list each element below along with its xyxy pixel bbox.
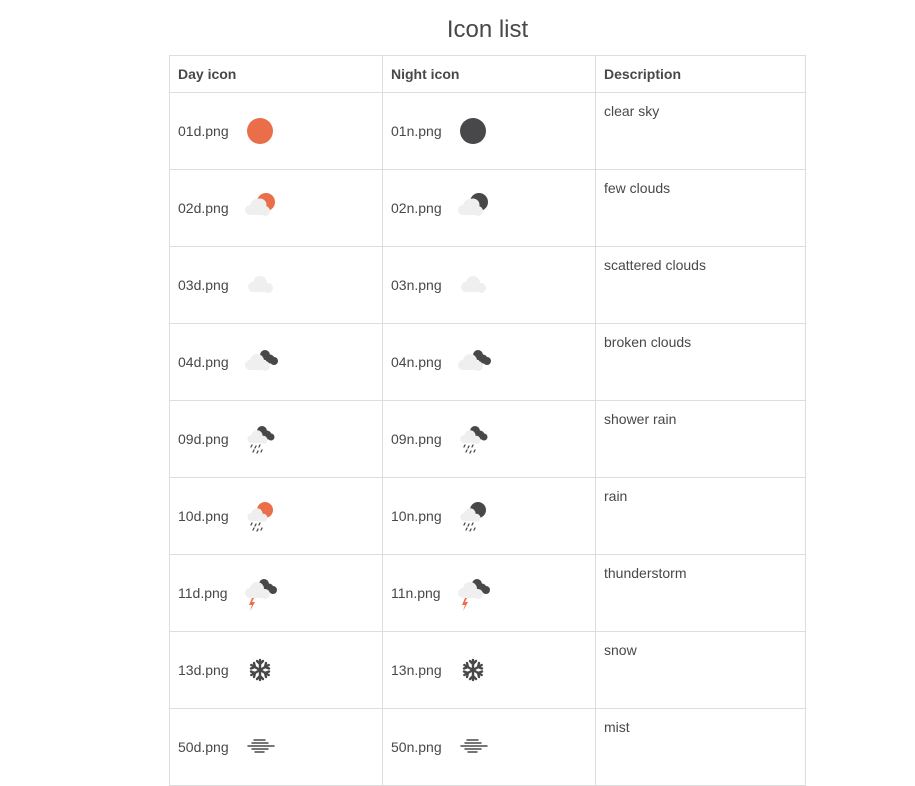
day-icon-cell: 04d.png (169, 323, 383, 401)
day-icon-filename: 04d.png (178, 354, 229, 370)
table-row: 09d.png 09n.png shower rain (169, 400, 806, 478)
night-icon-filename: 09n.png (391, 431, 442, 447)
day-icon-cell: 13d.png (169, 631, 383, 709)
day-icon-filename: 01d.png (178, 123, 229, 139)
table-row: 50d.png 50n.png mist (169, 708, 806, 786)
night-icon-cell: 10n.png (382, 477, 596, 555)
night-icon-filename: 02n.png (391, 200, 442, 216)
scattered-clouds-night-icon (453, 265, 493, 305)
night-icon-cell: 50n.png (382, 708, 596, 786)
description-cell: broken clouds (595, 323, 806, 401)
clear-sky-night-icon (453, 111, 493, 151)
table-row: 04d.png 04n.png broken clouds (169, 323, 806, 401)
night-icon-filename: 03n.png (391, 277, 442, 293)
description-cell: snow (595, 631, 806, 709)
few-clouds-day-icon (240, 188, 280, 228)
page-title: Icon list (446, 16, 529, 43)
shower-rain-day-icon (240, 419, 280, 459)
description-cell: mist (595, 708, 806, 786)
description-cell: few clouds (595, 169, 806, 247)
day-icon-cell: 09d.png (169, 400, 383, 478)
day-icon-filename: 09d.png (178, 431, 229, 447)
table-row: 02d.png 02n.png few clouds (169, 169, 806, 247)
rain-night-icon (453, 496, 493, 536)
day-icon-filename: 13d.png (178, 662, 229, 678)
rain-day-icon (240, 496, 280, 536)
night-icon-filename: 10n.png (391, 508, 442, 524)
description-cell: clear sky (595, 92, 806, 170)
night-icon-cell: 11n.png (382, 554, 596, 632)
night-icon-filename: 11n.png (391, 585, 441, 601)
day-icon-cell: 50d.png (169, 708, 383, 786)
day-icon-filename: 10d.png (178, 508, 229, 524)
table-row: 01d.png 01n.png clear sky (169, 92, 806, 170)
day-icon-filename: 02d.png (178, 200, 229, 216)
day-icon-cell: 02d.png (169, 169, 383, 247)
night-icon-filename: 50n.png (391, 739, 442, 755)
night-icon-cell: 13n.png (382, 631, 596, 709)
header-night-icon: Night icon (382, 55, 596, 93)
broken-clouds-night-icon (453, 342, 493, 382)
description-cell: shower rain (595, 400, 806, 478)
day-icon-cell: 11d.png (169, 554, 383, 632)
table-row: 11d.png 11n.png thunderstorm (169, 554, 806, 632)
day-icon-cell: 03d.png (169, 246, 383, 324)
scattered-clouds-day-icon (240, 265, 280, 305)
shower-rain-night-icon (453, 419, 493, 459)
day-icon-cell: 01d.png (169, 92, 383, 170)
table-row: 03d.png 03n.png scattered clouds (169, 246, 806, 324)
header-description: Description (595, 55, 806, 93)
description-cell: scattered clouds (595, 246, 806, 324)
description-cell: thunderstorm (595, 554, 806, 632)
broken-clouds-day-icon (240, 342, 280, 382)
night-icon-filename: 04n.png (391, 354, 442, 370)
thunderstorm-night-icon (453, 573, 493, 613)
day-icon-filename: 11d.png (178, 585, 228, 601)
table-header-row: Day icon Night icon Description (169, 55, 806, 93)
night-icon-cell: 04n.png (382, 323, 596, 401)
night-icon-filename: 01n.png (391, 123, 442, 139)
day-icon-filename: 50d.png (178, 739, 229, 755)
night-icon-cell: 09n.png (382, 400, 596, 478)
table-row: 13d.png 13n.png snow (169, 631, 806, 709)
few-clouds-night-icon (453, 188, 493, 228)
night-icon-filename: 13n.png (391, 662, 442, 678)
mist-day-icon (240, 727, 280, 767)
table-row: 10d.png 10n.png rain (169, 477, 806, 555)
day-icon-filename: 03d.png (178, 277, 229, 293)
snow-day-icon (240, 650, 280, 690)
description-cell: rain (595, 477, 806, 555)
icon-table: Day icon Night icon Description 01d.png 0… (169, 55, 806, 786)
day-icon-cell: 10d.png (169, 477, 383, 555)
thunderstorm-day-icon (240, 573, 280, 613)
header-day-icon: Day icon (169, 55, 383, 93)
night-icon-cell: 03n.png (382, 246, 596, 324)
snow-night-icon (453, 650, 493, 690)
clear-sky-day-icon (240, 111, 280, 151)
mist-night-icon (453, 727, 493, 767)
night-icon-cell: 02n.png (382, 169, 596, 247)
night-icon-cell: 01n.png (382, 92, 596, 170)
